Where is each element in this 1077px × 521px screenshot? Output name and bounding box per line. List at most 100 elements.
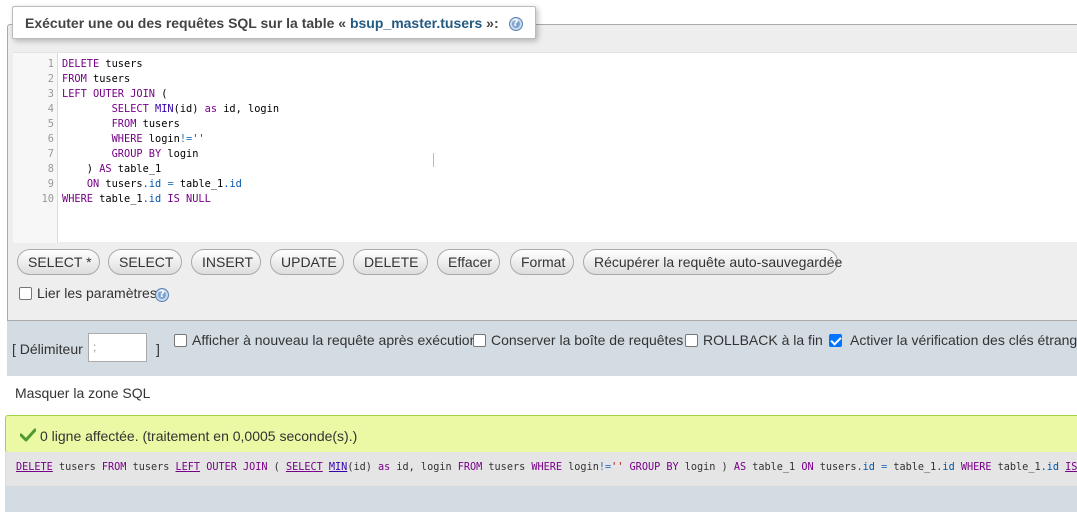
code-text: FROM tusers — [62, 117, 180, 132]
title-table-link[interactable]: bsup_master.tusers — [350, 15, 482, 31]
line-number: 3 — [47, 88, 54, 100]
code-text: SELECT MIN(id) as id, login — [62, 102, 279, 117]
query-token: '' — [611, 462, 624, 473]
code-token: IS NULL — [167, 193, 211, 205]
line-number: 7 — [47, 148, 54, 160]
text-cursor — [433, 153, 434, 167]
retain-query-box-label[interactable]: Conserver la boîte de requêtes — [491, 332, 683, 348]
query-token: IS — [1065, 462, 1077, 473]
insert-button[interactable]: INSERT — [191, 249, 261, 275]
executed-query: DELETE tusers FROM tusers LEFT OUTER JOI… — [5, 452, 1077, 486]
code-token: GROUP BY — [111, 148, 162, 160]
line-number: 2 — [47, 73, 54, 85]
code-token: DELETE — [62, 58, 100, 70]
line-number: 4 — [47, 103, 54, 115]
delimiter-bracket-close: ] — [156, 341, 160, 357]
line-number: 5 — [47, 118, 54, 130]
recover-autosaved-query-button[interactable]: Récupérer la requête auto-sauvegardée — [583, 249, 842, 275]
code-token: as — [204, 103, 218, 115]
query-token: ON — [801, 462, 814, 473]
delimiter-input[interactable]: ; — [88, 333, 147, 362]
code-token: SELECT — [111, 103, 149, 115]
retain-query-box-checkbox[interactable] — [473, 334, 486, 347]
help-icon[interactable]: ? — [508, 17, 523, 32]
code-token: (id) — [173, 103, 205, 115]
query-actions-bar — [5, 486, 1077, 512]
code-token: MIN — [155, 103, 174, 115]
query-token: OUTER JOIN — [206, 462, 268, 473]
code-token: FROM — [62, 73, 87, 85]
sql-editor[interactable]: 1 DELETE tusers 2 FROM tusers 3 LEFT OUTER JO… — [13, 52, 1077, 243]
format-button[interactable]: Format — [510, 249, 574, 275]
bind-parameters-checkbox[interactable] — [19, 287, 32, 300]
code-token: '' — [192, 133, 205, 145]
code-token: table_1 — [173, 178, 224, 190]
help-icon[interactable]: ? — [155, 288, 169, 302]
query-token: table_1 — [746, 462, 802, 473]
code-text: FROM tusers — [62, 72, 130, 87]
code-token: WHERE — [111, 133, 143, 145]
query-options-bar — [7, 320, 1077, 376]
code-token: table_1 — [111, 163, 162, 175]
bind-parameters-label[interactable]: Lier les paramètres — [37, 285, 157, 301]
code-text: ) AS table_1 — [62, 162, 161, 177]
code-token: .id — [142, 178, 162, 190]
checkmark-icon — [19, 428, 37, 442]
line-number: 6 — [47, 133, 54, 145]
rollback-checkbox[interactable] — [685, 334, 698, 347]
code-text: LEFT OUTER JOIN ( — [62, 87, 167, 102]
query-token: tusers — [126, 462, 176, 473]
title-suffix: »: — [482, 15, 499, 31]
update-button[interactable]: UPDATE — [270, 249, 344, 275]
code-text: DELETE tusers — [62, 57, 143, 72]
query-token: WHERE — [960, 462, 992, 473]
query-token: != — [598, 462, 612, 473]
code-text: GROUP BY login — [62, 147, 199, 162]
code-token: tusers — [136, 118, 180, 130]
code-token: tusers — [99, 58, 143, 70]
line-number: 9 — [47, 178, 54, 190]
query-token: id, login — [390, 462, 458, 473]
code-token: .id — [223, 178, 242, 190]
code-text: ON tusers.id = table_1.id — [62, 177, 242, 192]
code-token: tusers — [86, 73, 131, 85]
code-token: ON — [86, 178, 100, 190]
query-token: table_1 — [887, 462, 937, 473]
hide-sql-link[interactable]: Masquer la zone SQL — [15, 385, 150, 401]
title-prefix: Exécuter une ou des requêtes SQL sur la … — [25, 15, 350, 31]
show-query-again-checkbox[interactable] — [174, 334, 187, 347]
code-token: ) — [62, 163, 100, 175]
code-text: WHERE table_1.id IS NULL — [62, 192, 211, 207]
select-button[interactable]: SELECT — [108, 249, 182, 275]
delete-button[interactable]: DELETE — [353, 249, 428, 275]
code-token: tusers — [99, 178, 143, 190]
code-token: FROM — [111, 118, 137, 130]
query-token: DELETE — [16, 462, 53, 473]
foreign-key-checks-label[interactable]: Activer la vérification des clés étrangè… — [850, 332, 1077, 348]
query-token: .id — [1040, 462, 1059, 473]
query-token: tusers — [813, 462, 857, 473]
query-token: login ) — [678, 462, 734, 473]
code-token: AS — [99, 163, 112, 175]
query-token: FROM — [457, 462, 483, 473]
query-token: tusers — [52, 462, 102, 473]
code-token: table_1 — [93, 193, 143, 205]
show-query-again-label[interactable]: Afficher à nouveau la requête après exéc… — [192, 332, 477, 348]
query-token: WHERE — [531, 462, 563, 473]
clear-button[interactable]: Effacer — [437, 249, 500, 275]
delimiter-label: [ Délimiteur — [12, 341, 83, 357]
line-number: 8 — [47, 163, 54, 175]
code-token: id, login — [217, 103, 280, 115]
rollback-label[interactable]: ROLLBACK à la fin — [703, 332, 823, 348]
query-token: table_1 — [991, 462, 1041, 473]
success-message: 0 ligne affectée. (traitement en 0,0005 … — [40, 428, 358, 444]
query-token: AS — [733, 462, 747, 473]
success-message-box: 0 ligne affectée. (traitement en 0,0005 … — [5, 415, 1077, 453]
foreign-key-checks-checkbox[interactable] — [829, 334, 842, 347]
select-star-button[interactable]: SELECT * — [17, 249, 100, 275]
code-token: .id — [142, 193, 162, 205]
